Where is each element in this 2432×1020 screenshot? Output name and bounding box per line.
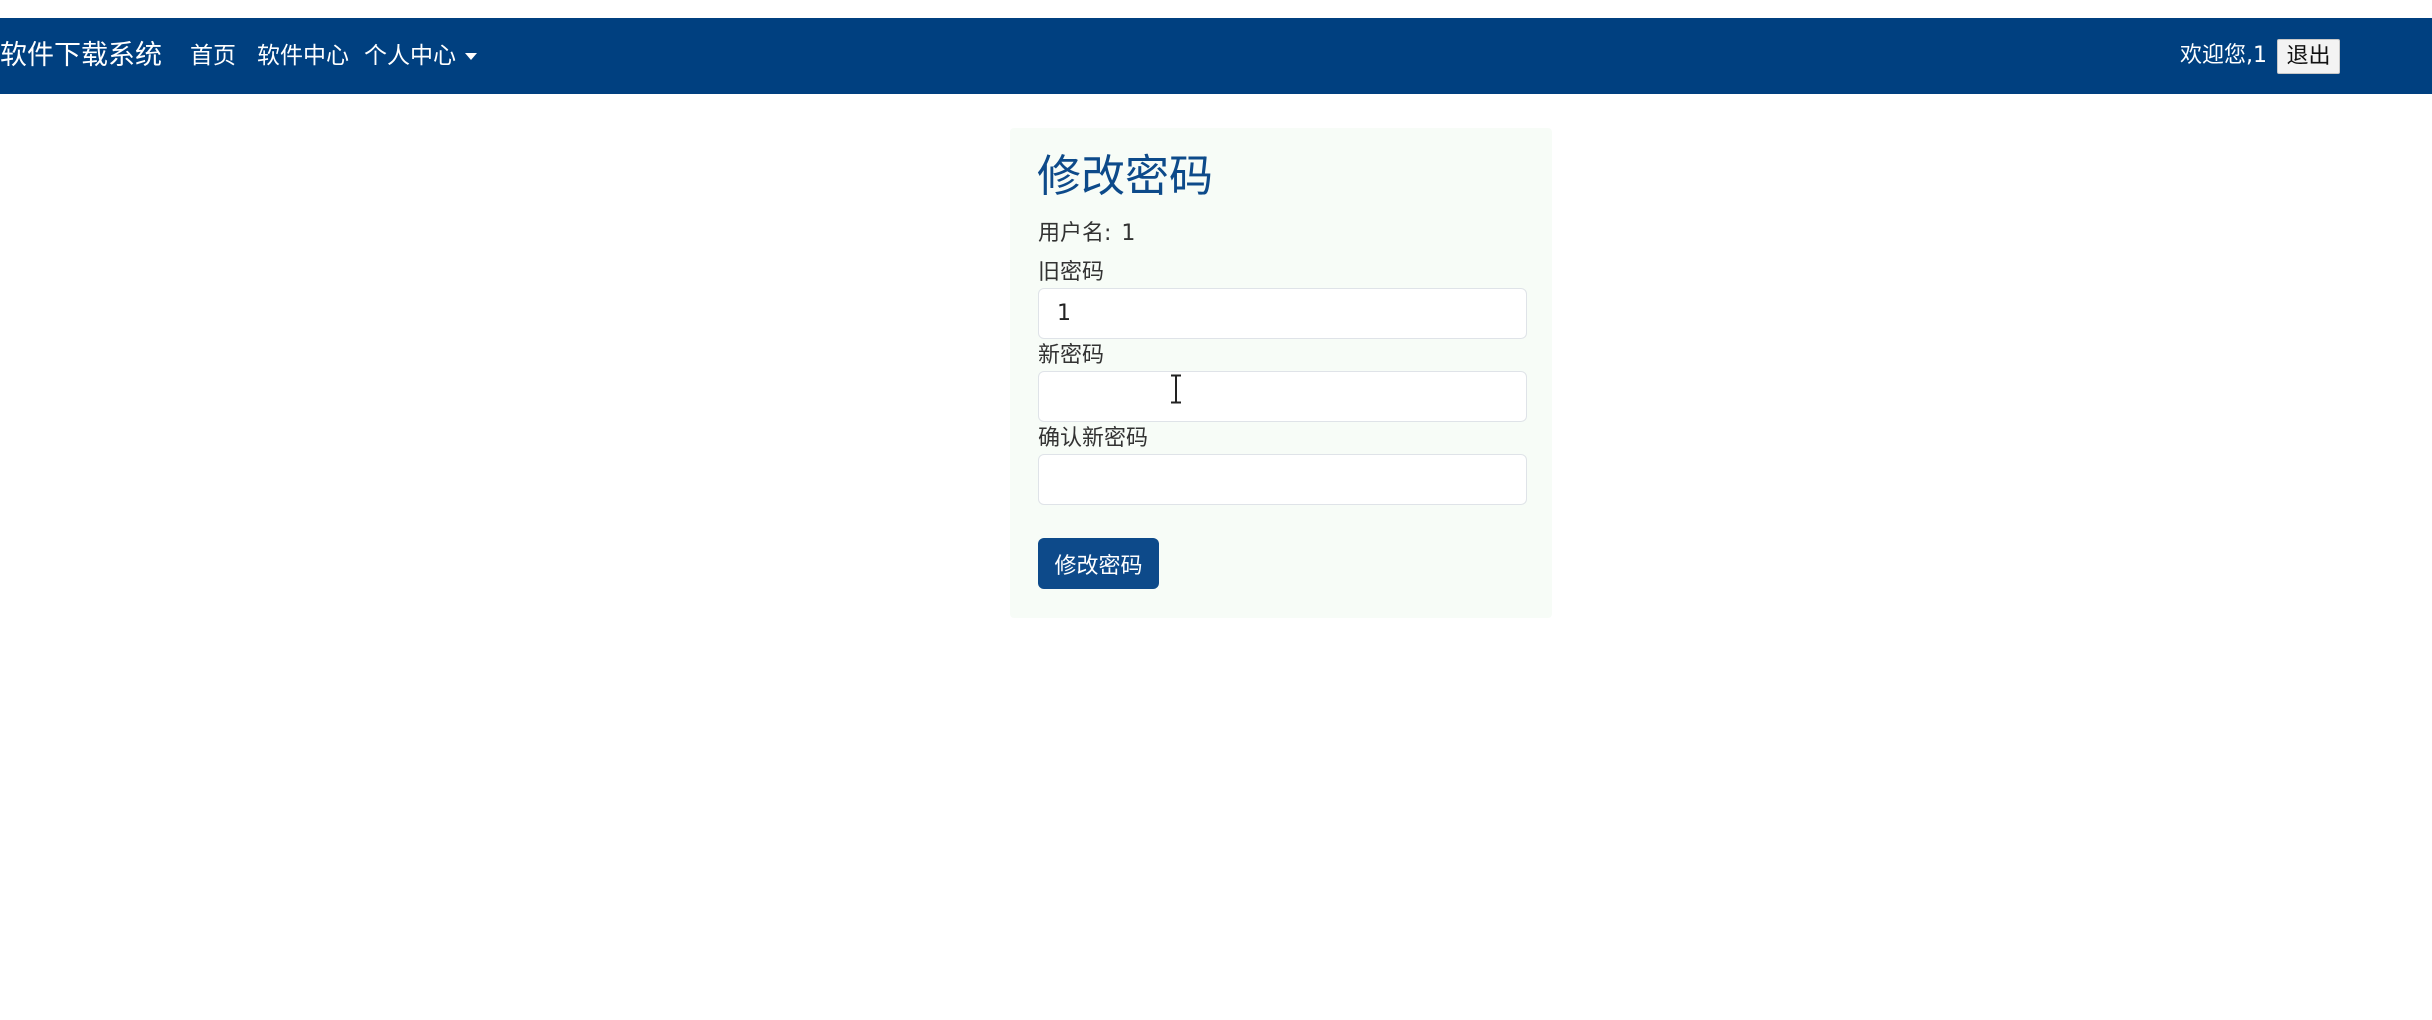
page-title: 修改密码 <box>1037 151 1213 202</box>
top-navbar: 软件下载系统 首页 软件中心 个人中心 欢迎您,1 退出 <box>0 18 2432 94</box>
nav-dropdown-personal-center[interactable]: 个人中心 <box>364 18 477 94</box>
text-cursor-icon <box>1171 374 1181 404</box>
confirm-password-input[interactable] <box>1038 454 1527 505</box>
nav-link-software-center[interactable]: 软件中心 <box>257 18 349 94</box>
change-password-card: 修改密码 用户名: 1 旧密码 新密码 确认新密码 修改密码 <box>1010 128 1552 618</box>
nav-link-home[interactable]: 首页 <box>190 18 236 94</box>
welcome-text: 欢迎您,1 <box>2180 43 2267 68</box>
username-value: 1 <box>1121 221 1136 246</box>
caret-down-icon <box>465 53 477 60</box>
new-password-label: 新密码 <box>1038 343 1105 368</box>
username-line: 用户名: 1 <box>1038 220 1135 248</box>
change-password-submit-button[interactable]: 修改密码 <box>1038 538 1159 589</box>
nav-dropdown-label: 个人中心 <box>364 43 456 69</box>
logout-button[interactable]: 退出 <box>2277 39 2340 74</box>
old-password-label: 旧密码 <box>1038 260 1105 285</box>
old-password-input[interactable] <box>1038 288 1527 339</box>
brand-title[interactable]: 软件下载系统 <box>0 18 162 94</box>
username-label: 用户名: <box>1038 221 1112 246</box>
new-password-input[interactable] <box>1038 371 1527 422</box>
confirm-password-label: 确认新密码 <box>1038 426 1149 451</box>
